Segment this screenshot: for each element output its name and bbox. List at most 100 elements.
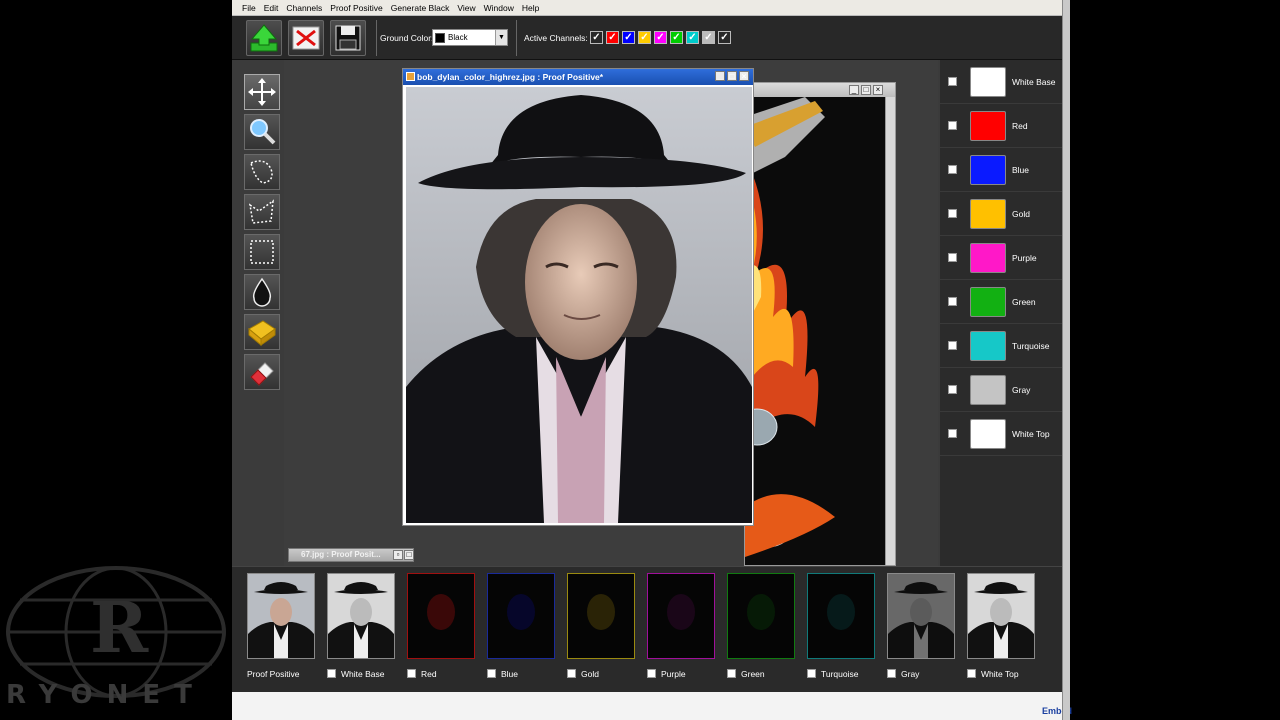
- eraser-icon: [250, 362, 274, 386]
- menu-window[interactable]: Window: [484, 3, 514, 13]
- channel-checkbox[interactable]: [948, 121, 957, 130]
- vertical-scrollbar[interactable]: [885, 97, 895, 565]
- channel-thumbnail[interactable]: [407, 573, 475, 659]
- eraser-tool[interactable]: [244, 354, 280, 390]
- background-document-window[interactable]: _ □ ×: [744, 82, 896, 566]
- zoom-tool[interactable]: [244, 114, 280, 150]
- channel-row: Gray: [940, 368, 1064, 412]
- open-button[interactable]: [246, 20, 282, 56]
- maximize-icon[interactable]: □: [404, 550, 414, 560]
- main-document-window[interactable]: bob_dylan_color_highrez.jpg : Proof Posi…: [402, 68, 754, 526]
- channel-thumbnail[interactable]: [887, 573, 955, 659]
- thumbnail-checkbox[interactable]: [967, 669, 976, 678]
- minimized-window[interactable]: 67.jpg : Proof Posit... ▫ □: [288, 548, 414, 562]
- channel-checkbox[interactable]: [948, 253, 957, 262]
- channel-color-swatch[interactable]: [970, 67, 1006, 97]
- chevron-down-icon[interactable]: ▼: [495, 30, 507, 45]
- ink-drop-tool[interactable]: [244, 274, 280, 310]
- channel-checkbox[interactable]: [948, 297, 957, 306]
- channel-checkbox[interactable]: [948, 165, 957, 174]
- channel-thumbnail[interactable]: [727, 573, 795, 659]
- close-icon[interactable]: ×: [873, 85, 883, 95]
- menu-view[interactable]: View: [457, 3, 475, 13]
- active-channel-checkbox[interactable]: ✓: [638, 31, 651, 44]
- channel-preview-strip: Proof Positive White Base Red Blue Gold Purpl…: [232, 566, 1064, 692]
- channel-row: White Top: [940, 412, 1064, 456]
- menu-edit[interactable]: Edit: [264, 3, 279, 13]
- channel-thumbnail[interactable]: [327, 573, 395, 659]
- channel-checkbox[interactable]: [948, 341, 957, 350]
- channel-thumbnail[interactable]: [487, 573, 555, 659]
- maximize-icon[interactable]: □: [727, 71, 737, 81]
- menu-generate-black[interactable]: Generate Black: [391, 3, 450, 13]
- thumbnail-label: Gray: [901, 669, 920, 679]
- menu-file[interactable]: File: [242, 3, 256, 13]
- thumbnail-checkbox[interactable]: [887, 669, 896, 678]
- restore-icon[interactable]: ▫: [393, 550, 403, 560]
- thumbnail-checkbox[interactable]: [567, 669, 576, 678]
- close-document-button[interactable]: [288, 20, 324, 56]
- active-channel-checkbox[interactable]: ✓: [702, 31, 715, 44]
- maximize-icon[interactable]: □: [861, 85, 871, 95]
- active-channel-checkbox[interactable]: ✓: [590, 31, 603, 44]
- window-title-bar[interactable]: bob_dylan_color_highrez.jpg : Proof Posi…: [403, 69, 753, 85]
- channel-label: Purple: [1012, 253, 1037, 263]
- menu-channels[interactable]: Channels: [286, 3, 322, 13]
- channel-checkbox[interactable]: [948, 209, 957, 218]
- channel-checkbox[interactable]: [948, 77, 957, 86]
- minimize-icon[interactable]: _: [715, 71, 725, 81]
- minimize-icon[interactable]: _: [849, 85, 859, 95]
- channel-color-swatch[interactable]: [970, 199, 1006, 229]
- channel-color-swatch[interactable]: [970, 287, 1006, 317]
- channel-label: Gray: [1012, 385, 1031, 395]
- thumbnail-checkbox[interactable]: [807, 669, 816, 678]
- marquee-tool[interactable]: [244, 234, 280, 270]
- channel-color-swatch[interactable]: [970, 243, 1006, 273]
- channel-color-swatch[interactable]: [970, 419, 1006, 449]
- toolbar-separator: [376, 20, 377, 56]
- active-channel-checkbox[interactable]: ✓: [718, 31, 731, 44]
- polygon-lasso-tool[interactable]: [244, 194, 280, 230]
- active-channel-checkbox[interactable]: ✓: [606, 31, 619, 44]
- thumbnail-checkbox[interactable]: [727, 669, 736, 678]
- tool-palette: [240, 64, 284, 544]
- toolbar: Ground Color: Black ▼ Active Channels: ✓…: [232, 16, 1064, 60]
- ground-color-label: Ground Color:: [380, 33, 434, 43]
- channel-color-swatch[interactable]: [970, 331, 1006, 361]
- ink-drop-icon: [252, 277, 272, 307]
- active-channel-checkbox[interactable]: ✓: [622, 31, 635, 44]
- close-red-x-icon: [292, 26, 320, 50]
- channel-color-swatch[interactable]: [970, 155, 1006, 185]
- channel-checkbox[interactable]: [948, 385, 957, 394]
- menu-help[interactable]: Help: [522, 3, 539, 13]
- active-channels-label: Active Channels:: [524, 33, 588, 43]
- channel-thumbnail[interactable]: [247, 573, 315, 659]
- active-channel-checkbox[interactable]: ✓: [654, 31, 667, 44]
- channel-thumbnail[interactable]: [967, 573, 1035, 659]
- thumbnail-checkbox[interactable]: [487, 669, 496, 678]
- thumbnail-label: White Top: [981, 669, 1019, 679]
- status-bar: Embed: [232, 692, 1072, 720]
- close-icon[interactable]: ×: [739, 71, 749, 81]
- thumbnail-checkbox[interactable]: [327, 669, 336, 678]
- portrait-photo: [406, 87, 752, 523]
- channel-color-swatch[interactable]: [970, 111, 1006, 141]
- thumbnail-checkbox[interactable]: [407, 669, 416, 678]
- active-channel-checkbox[interactable]: ✓: [670, 31, 683, 44]
- menu-proof-positive[interactable]: Proof Positive: [330, 3, 382, 13]
- channel-thumbnail[interactable]: [567, 573, 635, 659]
- desktop-background: [1068, 0, 1280, 720]
- move-tool[interactable]: [244, 74, 280, 110]
- channel-thumbnail[interactable]: [647, 573, 715, 659]
- window-title-bar[interactable]: _ □ ×: [745, 83, 895, 97]
- channel-checkbox[interactable]: [948, 429, 957, 438]
- lasso-tool[interactable]: [244, 154, 280, 190]
- app-window: File Edit Channels Proof Positive Genera…: [232, 0, 1072, 720]
- channel-thumbnail[interactable]: [807, 573, 875, 659]
- ground-color-select[interactable]: Black ▼: [432, 29, 508, 46]
- save-button[interactable]: [330, 20, 366, 56]
- thumbnail-checkbox[interactable]: [647, 669, 656, 678]
- channel-color-swatch[interactable]: [970, 375, 1006, 405]
- active-channel-checkbox[interactable]: ✓: [686, 31, 699, 44]
- sponge-tool[interactable]: [244, 314, 280, 350]
